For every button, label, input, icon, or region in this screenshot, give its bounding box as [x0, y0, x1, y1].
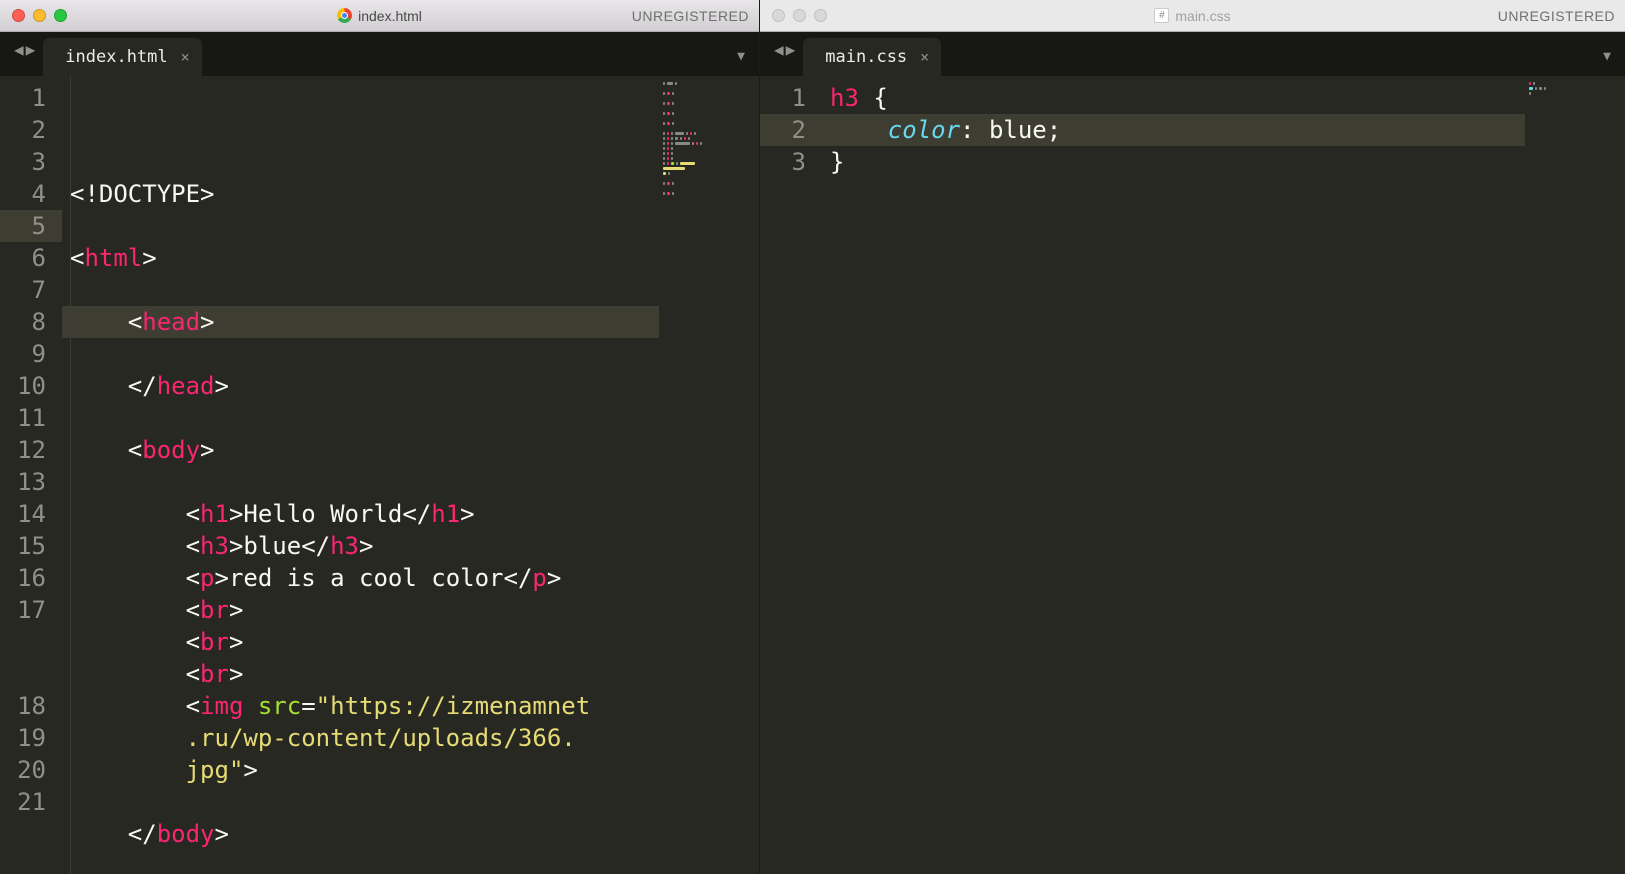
- registration-status: UNREGISTERED: [1498, 8, 1615, 24]
- line-number: 7: [0, 274, 62, 306]
- code-line[interactable]: </head>: [62, 370, 659, 402]
- code-line[interactable]: <br>: [62, 626, 659, 658]
- code-line[interactable]: <html>: [62, 242, 659, 274]
- titlebar-right[interactable]: main.css UNREGISTERED: [760, 0, 1625, 32]
- code-line[interactable]: <br>: [62, 658, 659, 690]
- editor-pane-right: main.css UNREGISTERED ◀ ▶ main.css × ▼ 1…: [760, 0, 1625, 874]
- line-number: 4: [0, 178, 62, 210]
- line-number-gutter: 123456789101112131415161718192021: [0, 76, 62, 874]
- window-maximize-button[interactable]: [814, 9, 827, 22]
- code-line[interactable]: [62, 850, 659, 874]
- code-line[interactable]: </body>: [62, 818, 659, 850]
- code-line[interactable]: [62, 402, 659, 434]
- code-line[interactable]: jpg">: [62, 754, 659, 786]
- window-close-button[interactable]: [12, 9, 25, 22]
- code-line[interactable]: [62, 274, 659, 306]
- nav-back-icon[interactable]: ◀: [14, 40, 24, 59]
- file-type-icon: [337, 8, 352, 23]
- line-number: 17: [0, 594, 62, 626]
- line-number: 15: [0, 530, 62, 562]
- nav-forward-icon[interactable]: ▶: [26, 40, 36, 59]
- traffic-lights: [12, 9, 67, 22]
- line-number: 2: [760, 114, 822, 146]
- line-number: 3: [0, 146, 62, 178]
- tab-close-icon[interactable]: ×: [920, 48, 929, 66]
- titlebar-left[interactable]: index.html UNREGISTERED: [0, 0, 759, 32]
- line-number: 19: [0, 722, 62, 754]
- tabs-dropdown-icon[interactable]: ▼: [737, 49, 745, 64]
- window-maximize-button[interactable]: [54, 9, 67, 22]
- nav-forward-icon[interactable]: ▶: [786, 40, 796, 59]
- code-line[interactable]: [62, 210, 659, 242]
- tab-main-css[interactable]: main.css ×: [803, 38, 941, 76]
- code-line[interactable]: <p>red is a cool color</p>: [62, 562, 659, 594]
- line-number: 5: [0, 210, 62, 242]
- minimap[interactable]: [659, 76, 759, 874]
- line-number: 20: [0, 754, 62, 786]
- code-line[interactable]: <h1>Hello World</h1>: [62, 498, 659, 530]
- line-number: 6: [0, 242, 62, 274]
- registration-status: UNREGISTERED: [632, 8, 749, 24]
- line-number: 9: [0, 338, 62, 370]
- code-line[interactable]: .ru/wp-content/uploads/366.: [62, 722, 659, 754]
- nav-arrows: ◀ ▶: [770, 32, 803, 76]
- line-number: [0, 626, 62, 658]
- line-number: 8: [0, 306, 62, 338]
- line-number: 10: [0, 370, 62, 402]
- line-number: 21: [0, 786, 62, 818]
- editor-left[interactable]: 123456789101112131415161718192021 <!DOCT…: [0, 76, 759, 874]
- nav-arrows: ◀ ▶: [10, 32, 43, 76]
- code-line[interactable]: [62, 786, 659, 818]
- code-line[interactable]: <h3>blue</h3>: [62, 530, 659, 562]
- code-line[interactable]: }: [822, 146, 1525, 178]
- tab-bar-right: ◀ ▶ main.css × ▼: [760, 32, 1625, 76]
- line-number: 11: [0, 402, 62, 434]
- code-line[interactable]: h3 {: [822, 82, 1525, 114]
- line-number: 1: [760, 82, 822, 114]
- line-number: 18: [0, 690, 62, 722]
- line-number-gutter: 123: [760, 76, 822, 874]
- code-line[interactable]: [62, 338, 659, 370]
- titlebar-title: main.css: [760, 8, 1625, 24]
- editor-right[interactable]: 123 h3 { color: blue;}: [760, 76, 1625, 874]
- line-number: [0, 658, 62, 690]
- tabs-dropdown-icon[interactable]: ▼: [1603, 49, 1611, 64]
- code-line[interactable]: <br>: [62, 594, 659, 626]
- line-number: 13: [0, 466, 62, 498]
- tab-bar-left: ◀ ▶ index.html × ▼: [0, 32, 759, 76]
- file-type-icon: [1154, 8, 1169, 23]
- traffic-lights: [772, 9, 827, 22]
- window-minimize-button[interactable]: [33, 9, 46, 22]
- tab-index-html[interactable]: index.html ×: [43, 38, 201, 76]
- tab-label: main.css: [825, 47, 907, 67]
- line-number: 12: [0, 434, 62, 466]
- code-line[interactable]: <img src="https://izmenamnet: [62, 690, 659, 722]
- nav-back-icon[interactable]: ◀: [774, 40, 784, 59]
- line-number: 1: [0, 82, 62, 114]
- code-line[interactable]: color: blue;: [822, 114, 1525, 146]
- tab-label: index.html: [65, 47, 167, 67]
- code-line[interactable]: [62, 466, 659, 498]
- line-number: 2: [0, 114, 62, 146]
- line-number: 14: [0, 498, 62, 530]
- code-area[interactable]: <!DOCTYPE> <html> <head> </head> <body> <…: [62, 76, 659, 874]
- window-close-button[interactable]: [772, 9, 785, 22]
- line-number: 3: [760, 146, 822, 178]
- window-minimize-button[interactable]: [793, 9, 806, 22]
- code-line[interactable]: <head>: [62, 306, 659, 338]
- code-area[interactable]: h3 { color: blue;}: [822, 76, 1525, 874]
- minimap[interactable]: [1525, 76, 1625, 874]
- editor-pane-left: index.html UNREGISTERED ◀ ▶ index.html ×…: [0, 0, 760, 874]
- titlebar-title-text: index.html: [358, 8, 422, 24]
- tab-close-icon[interactable]: ×: [181, 48, 190, 66]
- code-line[interactable]: <!DOCTYPE>: [62, 178, 659, 210]
- code-line[interactable]: <body>: [62, 434, 659, 466]
- line-number: 16: [0, 562, 62, 594]
- titlebar-title-text: main.css: [1175, 8, 1230, 24]
